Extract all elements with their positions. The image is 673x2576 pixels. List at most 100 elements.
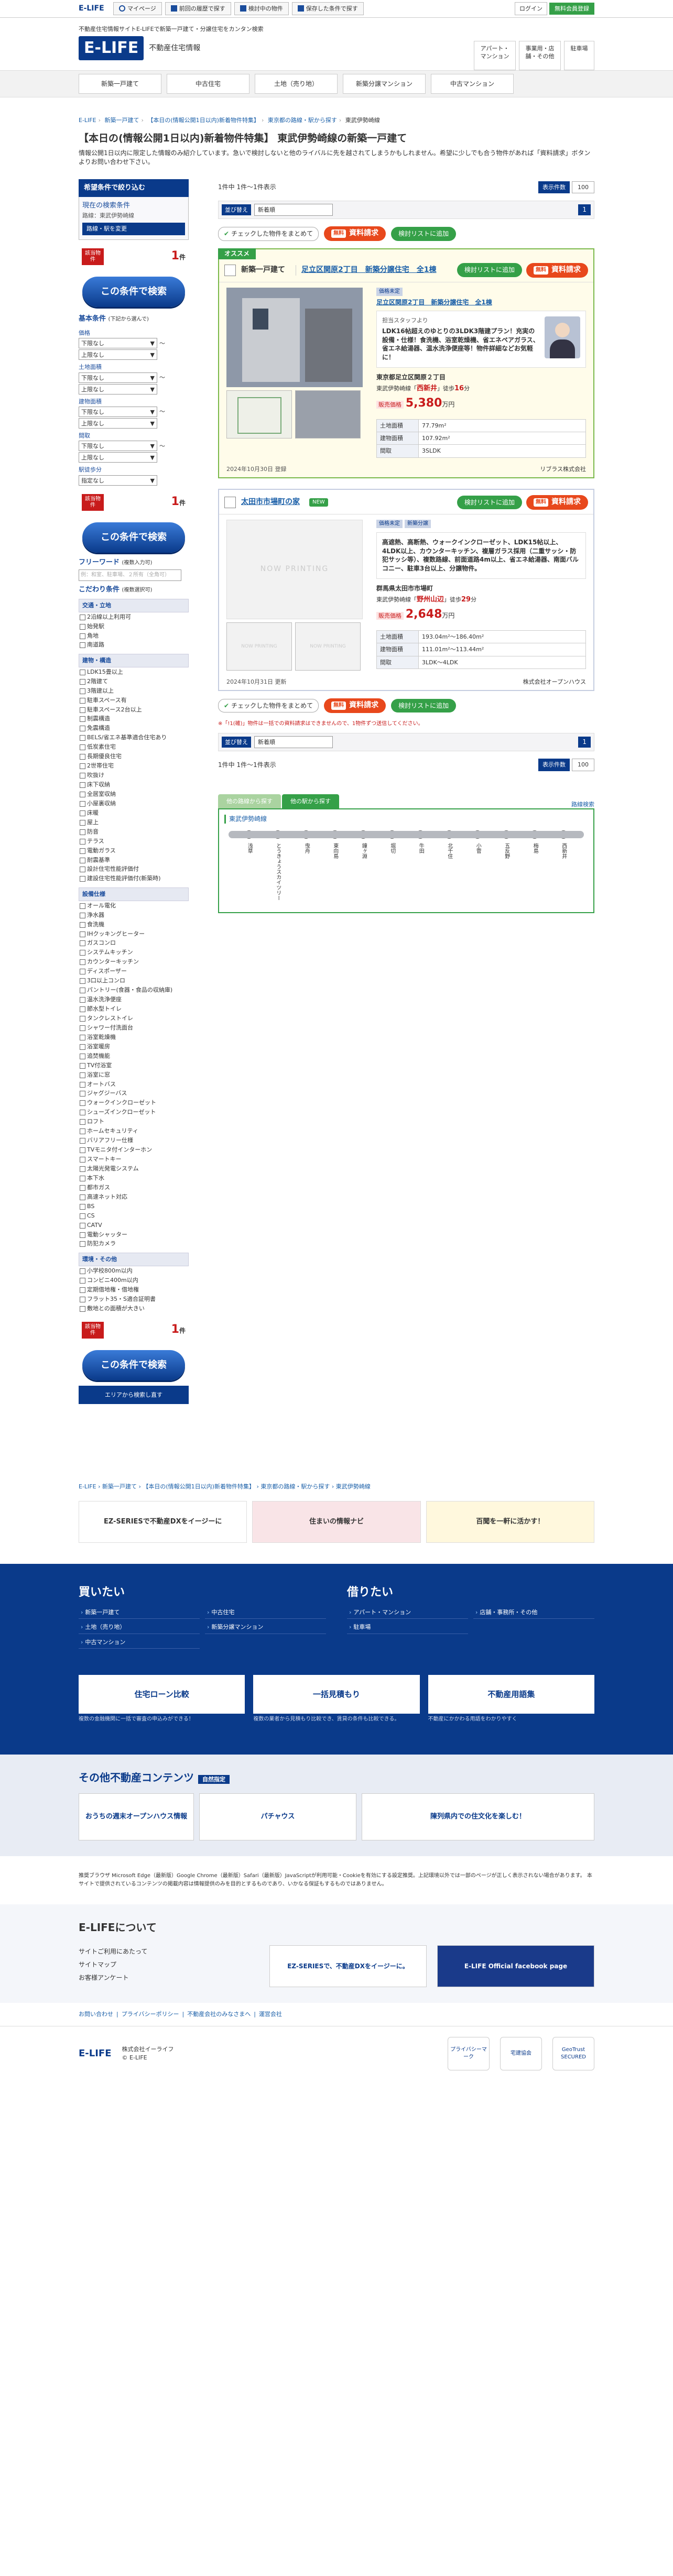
- checkbox[interactable]: [80, 1015, 85, 1022]
- bulk-request-button[interactable]: 無料 資料請求: [324, 698, 386, 713]
- bulk-request-button[interactable]: 無料 資料請求: [324, 226, 386, 241]
- about-link[interactable]: サイトマップ: [79, 1958, 259, 1971]
- station-item[interactable]: 堀切: [382, 830, 403, 901]
- checkbox[interactable]: [80, 1185, 85, 1191]
- request-button[interactable]: 無料 資料請求: [526, 495, 588, 510]
- checkbox[interactable]: [80, 1062, 85, 1069]
- recent-search-button[interactable]: 前回の履歴で探す: [165, 2, 231, 16]
- condition-checkbox[interactable]: ホームセキュリティ: [79, 1126, 189, 1136]
- privacy-mark-icon[interactable]: プライバシーマーク: [448, 2036, 490, 2070]
- station-item[interactable]: 小菅: [467, 830, 488, 901]
- condition-checkbox[interactable]: シャワー付洗面台: [79, 1023, 189, 1033]
- glossary-banner[interactable]: 不動産用語集: [428, 1675, 594, 1714]
- condition-checkbox[interactable]: 食洗機: [79, 920, 189, 929]
- station-item[interactable]: 曳舟: [296, 830, 317, 901]
- layout-min-select[interactable]: 下限なし ▼: [79, 441, 157, 452]
- condition-checkbox[interactable]: 2世帯住宅: [79, 761, 189, 771]
- condition-checkbox[interactable]: 2沿線以上利用可: [79, 612, 189, 622]
- condition-checkbox[interactable]: 2階建て: [79, 677, 189, 686]
- condition-checkbox[interactable]: シューズインクローゼット: [79, 1108, 189, 1117]
- rent-link[interactable]: 駐車場: [347, 1621, 468, 1634]
- bulk-compare-button[interactable]: 検討リストに追加: [391, 226, 457, 241]
- checkbox[interactable]: [80, 978, 85, 984]
- condition-checkbox[interactable]: 浴室に窓: [79, 1070, 189, 1080]
- condition-checkbox[interactable]: 床暖: [79, 808, 189, 818]
- condition-checkbox[interactable]: 免震構造: [79, 724, 189, 733]
- checkbox[interactable]: [80, 688, 85, 694]
- watchlist-button[interactable]: 検討中の物件: [234, 2, 289, 16]
- free-word-input[interactable]: 例：和室、駐車場、２所有（全角可）: [79, 569, 181, 582]
- checkbox[interactable]: [80, 1072, 85, 1078]
- checkbox[interactable]: [80, 1053, 85, 1059]
- condition-checkbox[interactable]: CS: [79, 1211, 189, 1221]
- checkbox[interactable]: [80, 801, 85, 807]
- checkbox[interactable]: [80, 940, 85, 947]
- buy-link[interactable]: 新築一戸建て: [79, 1606, 200, 1619]
- checkbox[interactable]: [80, 829, 85, 835]
- checkbox[interactable]: [80, 903, 85, 909]
- checkbox[interactable]: [80, 1034, 85, 1040]
- condition-checkbox[interactable]: ディスポーザー: [79, 967, 189, 976]
- land-max-select[interactable]: 上限なし ▼: [79, 383, 157, 394]
- station-item[interactable]: 北千住: [439, 830, 460, 901]
- condition-checkbox[interactable]: パントリー(食器・食品の収納庫): [79, 985, 189, 995]
- checkbox[interactable]: [80, 1287, 85, 1293]
- condition-checkbox[interactable]: 電動ガラス: [79, 846, 189, 856]
- checkbox[interactable]: [80, 1091, 85, 1097]
- rent-link[interactable]: 店舗・事務所・その他: [473, 1606, 594, 1619]
- property-photo[interactable]: [226, 287, 363, 387]
- route-search-link[interactable]: 路線検索: [571, 801, 594, 808]
- condition-checkbox[interactable]: 3口以上コンロ: [79, 976, 189, 985]
- checkbox[interactable]: [80, 1268, 85, 1274]
- bulk-check-label[interactable]: ✔ チェックした物件をまとめて: [218, 226, 319, 241]
- floorplan-thumb[interactable]: [226, 390, 292, 439]
- rent-link[interactable]: アパート・マンション: [347, 1606, 468, 1619]
- buy-link[interactable]: 中古マンション: [79, 1636, 200, 1649]
- compare-button[interactable]: 検討リストに追加: [457, 495, 522, 510]
- station-item[interactable]: 西新井: [553, 830, 574, 901]
- checkbox[interactable]: [80, 763, 85, 770]
- page-number[interactable]: 1: [578, 204, 591, 216]
- buy-link[interactable]: 土地（売り地）: [79, 1621, 200, 1634]
- checkbox[interactable]: [80, 697, 85, 704]
- condition-checkbox[interactable]: 小屋裏収納: [79, 799, 189, 808]
- search-button-3[interactable]: この条件で検索: [82, 1350, 185, 1380]
- condition-checkbox[interactable]: テラス: [79, 837, 189, 846]
- condition-checkbox[interactable]: BELS/省エネ基準適合住宅あり: [79, 733, 189, 742]
- station-item[interactable]: とうきょうスカイツリー: [267, 830, 288, 901]
- land-min-select[interactable]: 下限なし ▼: [79, 372, 157, 383]
- condition-checkbox[interactable]: 防犯カメラ: [79, 1239, 189, 1248]
- per-page-select[interactable]: 100: [572, 181, 594, 193]
- checkbox[interactable]: [80, 988, 85, 994]
- checkbox[interactable]: [80, 1222, 85, 1229]
- checkbox[interactable]: [80, 1044, 85, 1050]
- site-logo[interactable]: E-LIFE: [79, 36, 144, 61]
- crumb-tokyo-route[interactable]: 東京都の路線・駅から探す: [268, 117, 337, 124]
- checkbox[interactable]: [80, 969, 85, 975]
- condition-checkbox[interactable]: オートバス: [79, 1080, 189, 1089]
- condition-checkbox[interactable]: 3階建以上: [79, 686, 189, 696]
- gnav-new-mansion[interactable]: 新築分譲マンション: [343, 74, 426, 94]
- condition-checkbox[interactable]: 敷地との面積が大きい: [79, 1304, 189, 1313]
- price-max-select[interactable]: 上限なし ▼: [79, 349, 157, 360]
- header-parking-link[interactable]: 駐車場: [564, 41, 594, 70]
- checkbox[interactable]: [80, 1277, 85, 1284]
- gnav-new-house[interactable]: 新築一戸建て: [79, 74, 161, 94]
- search-button-1[interactable]: この条件で検索: [82, 276, 185, 307]
- crumb-home[interactable]: E-LIFE: [79, 117, 96, 124]
- checkbox[interactable]: [80, 857, 85, 863]
- condition-checkbox[interactable]: タンクレストイレ: [79, 1014, 189, 1023]
- condition-checkbox[interactable]: 浄水器: [79, 911, 189, 920]
- property-checkbox[interactable]: [224, 497, 236, 509]
- condition-checkbox[interactable]: スマートキー: [79, 1155, 189, 1164]
- per-page-select[interactable]: 100: [572, 759, 594, 771]
- condition-checkbox[interactable]: BS: [79, 1202, 189, 1211]
- condition-checkbox[interactable]: 太陽光発電システム: [79, 1164, 189, 1174]
- checkbox[interactable]: [80, 726, 85, 732]
- condition-checkbox[interactable]: システムキッチン: [79, 948, 189, 957]
- condition-checkbox[interactable]: カウンターキッチン: [79, 957, 189, 967]
- checkbox[interactable]: [80, 633, 85, 639]
- condition-checkbox[interactable]: 床下収納: [79, 780, 189, 790]
- checkbox[interactable]: [80, 1306, 85, 1312]
- checkbox[interactable]: [80, 642, 85, 649]
